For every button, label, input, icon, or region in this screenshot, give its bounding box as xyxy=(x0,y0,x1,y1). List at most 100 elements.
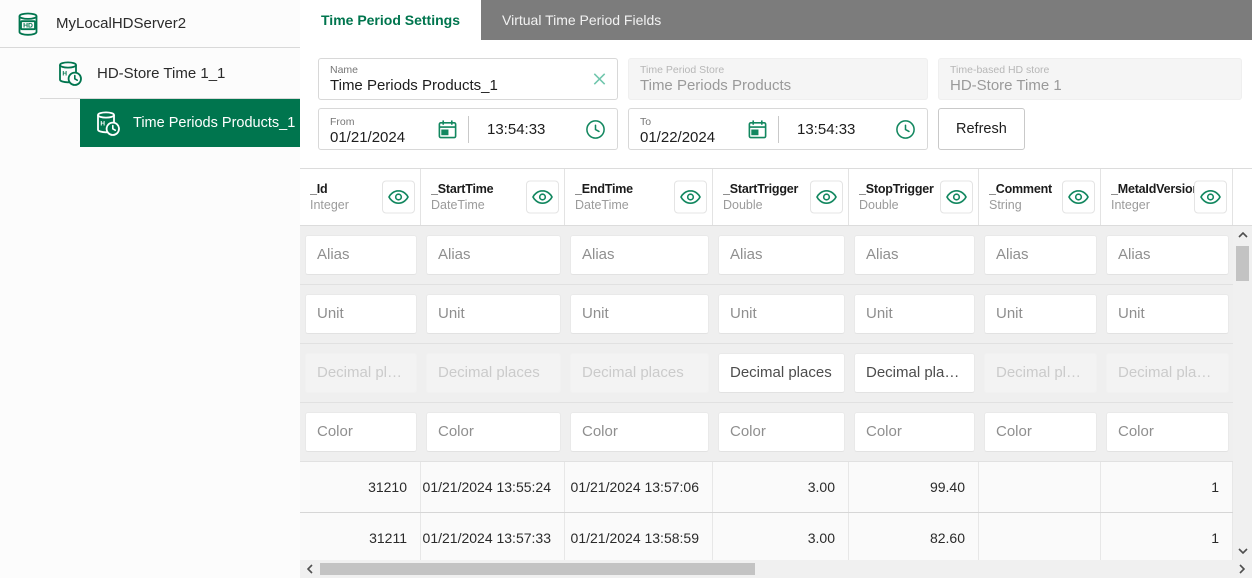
column-visibility-button[interactable] xyxy=(674,181,707,214)
column-visibility-button[interactable] xyxy=(1194,181,1227,214)
app-window: HD MyLocalHDServer2 H HD-Store Time 1_1 xyxy=(0,0,1252,578)
unit-input[interactable]: Unit xyxy=(570,294,709,334)
column-header-id: _IdInteger xyxy=(300,169,421,225)
table-row[interactable]: 3121001/21/2024 13:55:2401/21/2024 13:57… xyxy=(300,462,1233,513)
header-filler xyxy=(1233,169,1252,225)
eye-icon xyxy=(388,190,409,205)
alias-input[interactable]: Alias xyxy=(854,235,975,275)
hd-store-field: Time-based HD store HD-Store Time 1 xyxy=(938,58,1242,100)
field-input-cell: Color xyxy=(1101,403,1233,461)
svg-text:H: H xyxy=(62,70,67,77)
column-type: String xyxy=(989,198,1052,212)
time-period-store-field: Time Period Store Time Periods Products xyxy=(628,58,928,100)
column-type: Integer xyxy=(1111,198,1194,212)
unit-input[interactable]: Unit xyxy=(984,294,1097,334)
calendar-icon xyxy=(747,119,768,140)
unit-input[interactable]: Unit xyxy=(1106,294,1229,334)
unit-input[interactable]: Unit xyxy=(854,294,975,334)
field-input-cell: Decimal places xyxy=(1101,344,1233,402)
clear-name-button[interactable] xyxy=(589,69,610,90)
horizontal-scroll-thumb[interactable] xyxy=(320,563,755,575)
time-period-store-value: Time Periods Products xyxy=(640,76,917,96)
column-name: _Comment xyxy=(989,182,1052,196)
column-visibility-button[interactable] xyxy=(1062,181,1095,214)
name-field[interactable]: Name xyxy=(318,58,618,100)
calendar-icon xyxy=(437,119,458,140)
column-name: _StartTime xyxy=(431,182,493,196)
field-input-cell: Unit xyxy=(300,285,421,343)
to-date-value: 01/22/2024 xyxy=(640,128,747,148)
sidebar-item-server[interactable]: HD MyLocalHDServer2 xyxy=(0,0,300,48)
column-header-stoptrigger: _StopTriggerDouble xyxy=(849,169,979,225)
alias-input[interactable]: Alias xyxy=(570,235,709,275)
form-row-1: Name Time Period Store Time Periods Prod… xyxy=(318,58,1242,100)
column-visibility-button[interactable] xyxy=(526,181,559,214)
color-input[interactable]: Color xyxy=(1106,412,1229,452)
tab-time-period-settings[interactable]: Time Period Settings xyxy=(300,0,481,40)
color-input[interactable]: Color xyxy=(718,412,845,452)
to-time-value[interactable]: 13:54:33 xyxy=(797,121,855,138)
alias-input[interactable]: Alias xyxy=(305,235,417,275)
alias-row: AliasAliasAliasAliasAliasAliasAlias xyxy=(300,226,1233,285)
eye-icon xyxy=(680,190,701,205)
refresh-button[interactable]: Refresh xyxy=(938,108,1025,150)
to-calendar-button[interactable] xyxy=(747,119,768,140)
unit-input[interactable]: Unit xyxy=(305,294,417,334)
alias-input[interactable]: Alias xyxy=(426,235,561,275)
alias-input[interactable]: Alias xyxy=(1106,235,1229,275)
table-row[interactable]: 3121101/21/2024 13:57:3301/21/2024 13:58… xyxy=(300,513,1233,560)
tab-virtual-time-period-fields[interactable]: Virtual Time Period Fields xyxy=(481,0,682,40)
alias-input[interactable]: Alias xyxy=(718,235,845,275)
chevron-right-icon xyxy=(1239,564,1245,574)
table-cell-id: 31210 xyxy=(300,462,421,512)
decimal-places-input: Decimal places xyxy=(1106,353,1229,393)
time-period-store-icon: H xyxy=(94,110,121,137)
color-input[interactable]: Color xyxy=(984,412,1097,452)
column-visibility-button[interactable] xyxy=(382,181,415,214)
field-input-cell: Decimal places xyxy=(849,344,979,402)
decimal-places-input[interactable]: Decimal places xyxy=(854,353,975,393)
alias-input[interactable]: Alias xyxy=(984,235,1097,275)
from-clock-button[interactable] xyxy=(585,119,606,140)
horizontal-scrollbar[interactable] xyxy=(300,560,1252,578)
color-input[interactable]: Color xyxy=(305,412,417,452)
name-input[interactable] xyxy=(330,76,581,96)
table-cell-metaidversion: 1 xyxy=(1101,513,1233,560)
column-header-comment: _Comment String xyxy=(979,169,1101,225)
column-type: Integer xyxy=(310,198,349,212)
scroll-up-button[interactable] xyxy=(1233,226,1252,244)
vertical-scroll-thumb[interactable] xyxy=(1236,246,1249,281)
scroll-left-button[interactable] xyxy=(302,560,318,578)
from-date[interactable]: From 01/21/2024 xyxy=(319,111,437,148)
scroll-down-button[interactable] xyxy=(1233,542,1252,560)
field-input-cell: Alias xyxy=(300,226,421,284)
from-calendar-button[interactable] xyxy=(437,119,458,140)
to-datetime-field[interactable]: To 01/22/2024 13:54:33 xyxy=(628,108,928,150)
hd-store-time-icon: H xyxy=(56,60,83,87)
unit-input[interactable]: Unit xyxy=(426,294,561,334)
column-visibility-button[interactable] xyxy=(810,181,843,214)
to-clock-button[interactable] xyxy=(895,119,916,140)
decimal-places-input: Decimal places xyxy=(984,353,1097,393)
column-visibility-button[interactable] xyxy=(940,181,973,214)
from-datetime-field[interactable]: From 01/21/2024 13:54:33 xyxy=(318,108,618,150)
sidebar-item-hd-store[interactable]: H HD-Store Time 1_1 xyxy=(0,48,300,98)
field-input-cell: Decimal places xyxy=(565,344,713,402)
color-input[interactable]: Color xyxy=(570,412,709,452)
to-date[interactable]: To 01/22/2024 xyxy=(629,111,747,148)
sidebar-item-label: HD-Store Time 1_1 xyxy=(97,65,225,82)
chevron-left-icon xyxy=(307,564,313,574)
unit-input[interactable]: Unit xyxy=(718,294,845,334)
from-time-value[interactable]: 13:54:33 xyxy=(487,121,545,138)
color-input[interactable]: Color xyxy=(426,412,561,452)
chevron-up-icon xyxy=(1238,232,1248,238)
field-input-cell: Decimal places xyxy=(979,344,1101,402)
hd-store-label: Time-based HD store xyxy=(950,64,1231,76)
table-cell-starttime: 01/21/2024 13:57:33 xyxy=(421,513,565,560)
color-input[interactable]: Color xyxy=(854,412,975,452)
column-header-starttime: _StartTimeDateTime xyxy=(421,169,565,225)
sidebar-item-time-periods[interactable]: H Time Periods Products_1 xyxy=(80,99,300,147)
decimal-places-input[interactable]: Decimal places xyxy=(718,353,845,393)
scroll-right-button[interactable] xyxy=(1234,560,1250,578)
vertical-scrollbar[interactable] xyxy=(1233,226,1252,560)
